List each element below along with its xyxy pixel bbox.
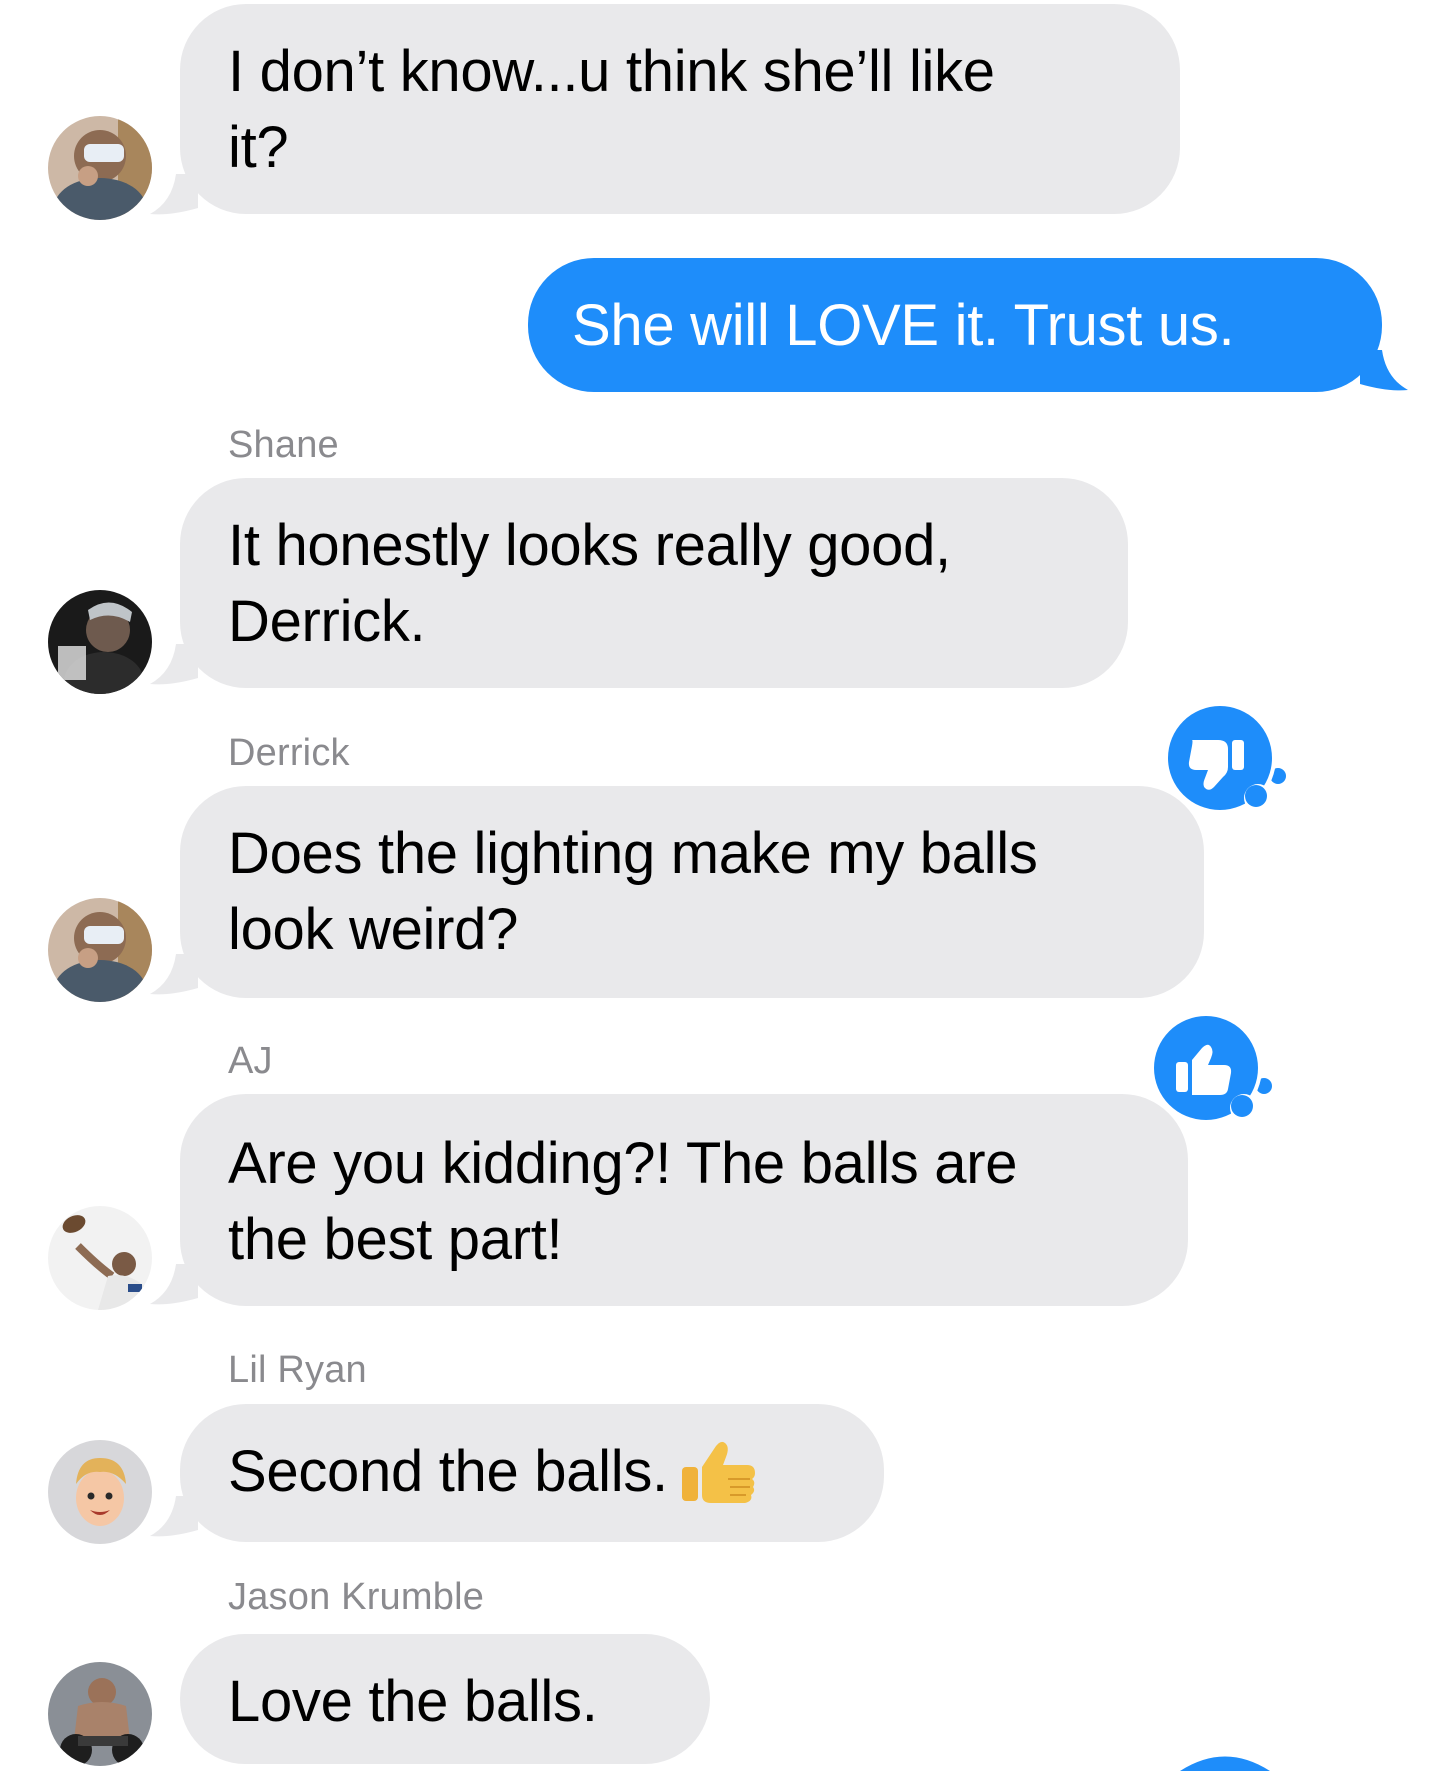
message-text: Second the balls. [228,1439,668,1504]
sender-name: Derrick [228,732,350,774]
sender-name: Lil Ryan [228,1349,367,1391]
sender-name: AJ [228,1040,273,1082]
message-bubble[interactable]: Does the lighting make my balls look wei… [180,786,1204,998]
thumbs-up-icon[interactable] [1146,1010,1276,1140]
thumbs-down-icon[interactable] [1160,700,1290,830]
avatar-derrick[interactable] [48,116,152,220]
message-text: I don’t know...u think she’ll like [228,39,995,104]
message-bubble[interactable]: Are you kidding?! The balls are the best… [180,1094,1188,1306]
message-text: Are you kidding?! The balls are [228,1131,1018,1196]
message-bubble[interactable]: Love the balls. [180,1634,710,1764]
message-text: it? [228,115,289,180]
message-bubble-outgoing[interactable]: She will LOVE it. Trust us. [528,258,1382,392]
avatar-aj[interactable] [48,1206,152,1310]
message-text: Derrick. [228,589,426,654]
message-text: Does the lighting make my balls [228,821,1038,886]
message-thread: I don’t know...u think she’ll like it? S… [0,0,1437,1771]
message-text: look weird? [228,897,519,962]
message-bubble[interactable]: It honestly looks really good, Derrick. [180,478,1128,688]
sender-name: Shane [228,424,339,466]
avatar-jason-krumble[interactable] [48,1662,152,1766]
sender-name: Jason Krumble [228,1576,485,1618]
avatar-lil-ryan[interactable] [48,1440,152,1544]
message-text: She will LOVE it. Trust us. [572,293,1235,358]
message-text: Love the balls. [228,1669,598,1734]
message-text: It honestly looks really good, [228,513,951,578]
avatar-shane[interactable] [48,590,152,694]
bubble-tail [1360,350,1408,391]
message-bubble[interactable]: I don’t know...u think she’ll like it? [180,4,1180,214]
message-bubble[interactable]: Second the balls. [180,1404,884,1542]
thumbs-up-emoji-icon [681,1441,755,1503]
message-text: the best part! [228,1207,563,1272]
avatar-derrick[interactable] [48,898,152,1002]
reaction-bubble-partial [1180,1756,1270,1771]
